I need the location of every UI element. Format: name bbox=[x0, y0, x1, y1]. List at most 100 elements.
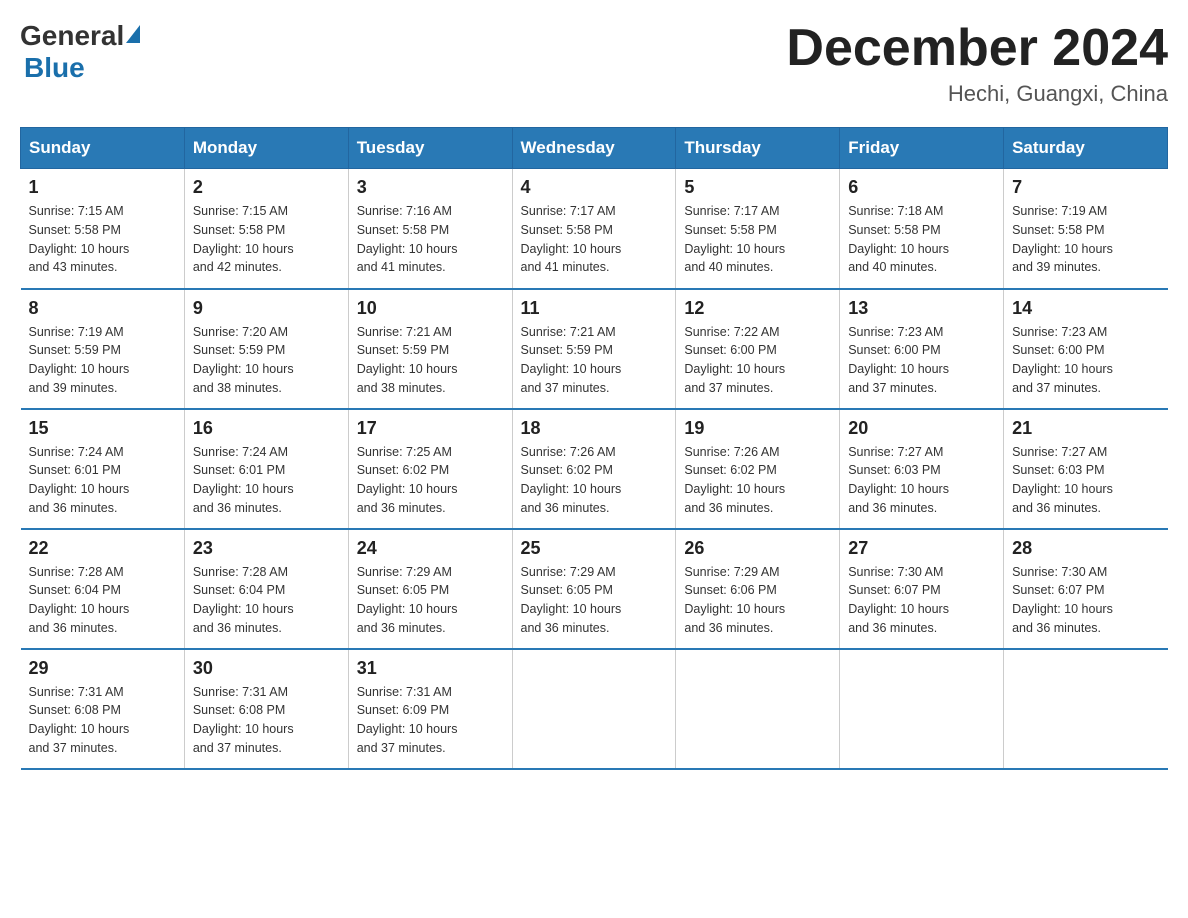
day-info: Sunrise: 7:22 AM Sunset: 6:00 PM Dayligh… bbox=[684, 323, 831, 398]
day-info: Sunrise: 7:30 AM Sunset: 6:07 PM Dayligh… bbox=[848, 563, 995, 638]
calendar-cell: 11 Sunrise: 7:21 AM Sunset: 5:59 PM Dayl… bbox=[512, 289, 676, 409]
calendar-cell: 10 Sunrise: 7:21 AM Sunset: 5:59 PM Dayl… bbox=[348, 289, 512, 409]
day-number: 27 bbox=[848, 538, 995, 559]
calendar-cell bbox=[840, 649, 1004, 769]
calendar-cell: 31 Sunrise: 7:31 AM Sunset: 6:09 PM Dayl… bbox=[348, 649, 512, 769]
day-info: Sunrise: 7:31 AM Sunset: 6:08 PM Dayligh… bbox=[193, 683, 340, 758]
calendar-week-row: 29 Sunrise: 7:31 AM Sunset: 6:08 PM Dayl… bbox=[21, 649, 1168, 769]
day-number: 15 bbox=[29, 418, 176, 439]
day-info: Sunrise: 7:31 AM Sunset: 6:09 PM Dayligh… bbox=[357, 683, 504, 758]
calendar-cell: 5 Sunrise: 7:17 AM Sunset: 5:58 PM Dayli… bbox=[676, 169, 840, 289]
day-number: 20 bbox=[848, 418, 995, 439]
day-number: 7 bbox=[1012, 177, 1159, 198]
day-number: 23 bbox=[193, 538, 340, 559]
day-number: 31 bbox=[357, 658, 504, 679]
day-info: Sunrise: 7:27 AM Sunset: 6:03 PM Dayligh… bbox=[848, 443, 995, 518]
day-number: 5 bbox=[684, 177, 831, 198]
day-number: 13 bbox=[848, 298, 995, 319]
day-info: Sunrise: 7:28 AM Sunset: 6:04 PM Dayligh… bbox=[193, 563, 340, 638]
day-number: 25 bbox=[521, 538, 668, 559]
calendar-cell: 14 Sunrise: 7:23 AM Sunset: 6:00 PM Dayl… bbox=[1004, 289, 1168, 409]
calendar-cell: 16 Sunrise: 7:24 AM Sunset: 6:01 PM Dayl… bbox=[184, 409, 348, 529]
calendar-cell: 19 Sunrise: 7:26 AM Sunset: 6:02 PM Dayl… bbox=[676, 409, 840, 529]
day-info: Sunrise: 7:23 AM Sunset: 6:00 PM Dayligh… bbox=[1012, 323, 1159, 398]
calendar-cell: 26 Sunrise: 7:29 AM Sunset: 6:06 PM Dayl… bbox=[676, 529, 840, 649]
logo-blue-text: Blue bbox=[24, 52, 85, 83]
day-info: Sunrise: 7:17 AM Sunset: 5:58 PM Dayligh… bbox=[521, 202, 668, 277]
title-block: December 2024 Hechi, Guangxi, China bbox=[786, 20, 1168, 107]
calendar-cell: 15 Sunrise: 7:24 AM Sunset: 6:01 PM Dayl… bbox=[21, 409, 185, 529]
calendar-cell: 28 Sunrise: 7:30 AM Sunset: 6:07 PM Dayl… bbox=[1004, 529, 1168, 649]
day-info: Sunrise: 7:23 AM Sunset: 6:00 PM Dayligh… bbox=[848, 323, 995, 398]
day-number: 24 bbox=[357, 538, 504, 559]
day-number: 11 bbox=[521, 298, 668, 319]
header-day-tuesday: Tuesday bbox=[348, 128, 512, 169]
day-number: 6 bbox=[848, 177, 995, 198]
calendar-cell: 29 Sunrise: 7:31 AM Sunset: 6:08 PM Dayl… bbox=[21, 649, 185, 769]
day-number: 19 bbox=[684, 418, 831, 439]
day-info: Sunrise: 7:15 AM Sunset: 5:58 PM Dayligh… bbox=[29, 202, 176, 277]
day-number: 14 bbox=[1012, 298, 1159, 319]
day-info: Sunrise: 7:16 AM Sunset: 5:58 PM Dayligh… bbox=[357, 202, 504, 277]
day-info: Sunrise: 7:25 AM Sunset: 6:02 PM Dayligh… bbox=[357, 443, 504, 518]
day-info: Sunrise: 7:31 AM Sunset: 6:08 PM Dayligh… bbox=[29, 683, 176, 758]
day-info: Sunrise: 7:21 AM Sunset: 5:59 PM Dayligh… bbox=[521, 323, 668, 398]
day-info: Sunrise: 7:24 AM Sunset: 6:01 PM Dayligh… bbox=[193, 443, 340, 518]
header-day-saturday: Saturday bbox=[1004, 128, 1168, 169]
calendar-cell: 18 Sunrise: 7:26 AM Sunset: 6:02 PM Dayl… bbox=[512, 409, 676, 529]
calendar-cell: 8 Sunrise: 7:19 AM Sunset: 5:59 PM Dayli… bbox=[21, 289, 185, 409]
day-info: Sunrise: 7:26 AM Sunset: 6:02 PM Dayligh… bbox=[521, 443, 668, 518]
logo-triangle-icon bbox=[126, 25, 140, 43]
day-info: Sunrise: 7:18 AM Sunset: 5:58 PM Dayligh… bbox=[848, 202, 995, 277]
day-info: Sunrise: 7:29 AM Sunset: 6:05 PM Dayligh… bbox=[521, 563, 668, 638]
day-number: 9 bbox=[193, 298, 340, 319]
day-number: 12 bbox=[684, 298, 831, 319]
header-day-wednesday: Wednesday bbox=[512, 128, 676, 169]
calendar-cell: 13 Sunrise: 7:23 AM Sunset: 6:00 PM Dayl… bbox=[840, 289, 1004, 409]
day-info: Sunrise: 7:29 AM Sunset: 6:05 PM Dayligh… bbox=[357, 563, 504, 638]
calendar-table: SundayMondayTuesdayWednesdayThursdayFrid… bbox=[20, 127, 1168, 770]
day-info: Sunrise: 7:20 AM Sunset: 5:59 PM Dayligh… bbox=[193, 323, 340, 398]
day-number: 16 bbox=[193, 418, 340, 439]
calendar-week-row: 1 Sunrise: 7:15 AM Sunset: 5:58 PM Dayli… bbox=[21, 169, 1168, 289]
calendar-week-row: 15 Sunrise: 7:24 AM Sunset: 6:01 PM Dayl… bbox=[21, 409, 1168, 529]
day-number: 2 bbox=[193, 177, 340, 198]
calendar-week-row: 8 Sunrise: 7:19 AM Sunset: 5:59 PM Dayli… bbox=[21, 289, 1168, 409]
logo-general-text: General bbox=[20, 20, 124, 52]
calendar-subtitle: Hechi, Guangxi, China bbox=[786, 81, 1168, 107]
day-info: Sunrise: 7:28 AM Sunset: 6:04 PM Dayligh… bbox=[29, 563, 176, 638]
calendar-cell bbox=[512, 649, 676, 769]
day-info: Sunrise: 7:24 AM Sunset: 6:01 PM Dayligh… bbox=[29, 443, 176, 518]
calendar-cell: 22 Sunrise: 7:28 AM Sunset: 6:04 PM Dayl… bbox=[21, 529, 185, 649]
day-number: 22 bbox=[29, 538, 176, 559]
calendar-cell: 1 Sunrise: 7:15 AM Sunset: 5:58 PM Dayli… bbox=[21, 169, 185, 289]
calendar-cell: 17 Sunrise: 7:25 AM Sunset: 6:02 PM Dayl… bbox=[348, 409, 512, 529]
day-number: 1 bbox=[29, 177, 176, 198]
calendar-cell: 4 Sunrise: 7:17 AM Sunset: 5:58 PM Dayli… bbox=[512, 169, 676, 289]
calendar-cell: 2 Sunrise: 7:15 AM Sunset: 5:58 PM Dayli… bbox=[184, 169, 348, 289]
day-number: 21 bbox=[1012, 418, 1159, 439]
day-number: 8 bbox=[29, 298, 176, 319]
calendar-cell: 30 Sunrise: 7:31 AM Sunset: 6:08 PM Dayl… bbox=[184, 649, 348, 769]
header-day-monday: Monday bbox=[184, 128, 348, 169]
calendar-cell: 23 Sunrise: 7:28 AM Sunset: 6:04 PM Dayl… bbox=[184, 529, 348, 649]
day-info: Sunrise: 7:29 AM Sunset: 6:06 PM Dayligh… bbox=[684, 563, 831, 638]
header-day-friday: Friday bbox=[840, 128, 1004, 169]
day-number: 17 bbox=[357, 418, 504, 439]
calendar-cell: 27 Sunrise: 7:30 AM Sunset: 6:07 PM Dayl… bbox=[840, 529, 1004, 649]
calendar-cell: 9 Sunrise: 7:20 AM Sunset: 5:59 PM Dayli… bbox=[184, 289, 348, 409]
day-number: 10 bbox=[357, 298, 504, 319]
calendar-cell: 21 Sunrise: 7:27 AM Sunset: 6:03 PM Dayl… bbox=[1004, 409, 1168, 529]
page-header: General Blue December 2024 Hechi, Guangx… bbox=[20, 20, 1168, 107]
day-info: Sunrise: 7:19 AM Sunset: 5:59 PM Dayligh… bbox=[29, 323, 176, 398]
day-number: 4 bbox=[521, 177, 668, 198]
day-number: 18 bbox=[521, 418, 668, 439]
calendar-title: December 2024 bbox=[786, 20, 1168, 77]
header-day-thursday: Thursday bbox=[676, 128, 840, 169]
calendar-cell: 20 Sunrise: 7:27 AM Sunset: 6:03 PM Dayl… bbox=[840, 409, 1004, 529]
day-info: Sunrise: 7:15 AM Sunset: 5:58 PM Dayligh… bbox=[193, 202, 340, 277]
day-info: Sunrise: 7:19 AM Sunset: 5:58 PM Dayligh… bbox=[1012, 202, 1159, 277]
calendar-cell: 24 Sunrise: 7:29 AM Sunset: 6:05 PM Dayl… bbox=[348, 529, 512, 649]
day-number: 26 bbox=[684, 538, 831, 559]
day-info: Sunrise: 7:21 AM Sunset: 5:59 PM Dayligh… bbox=[357, 323, 504, 398]
